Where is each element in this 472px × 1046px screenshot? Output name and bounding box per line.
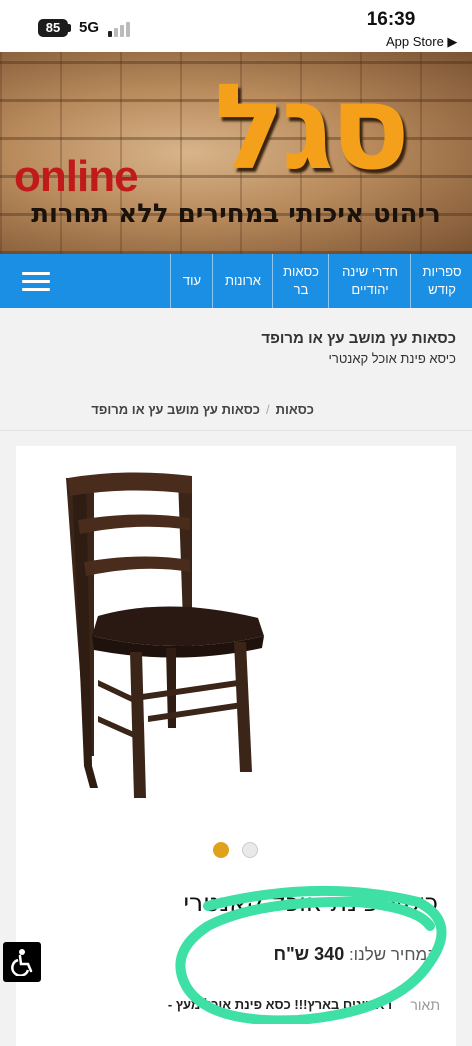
nav-item-label: חדרי שינה יהודיים bbox=[342, 264, 398, 297]
breadcrumb-current: כסאות עץ מושב עץ או מרופד bbox=[91, 402, 260, 417]
gallery-dot[interactable] bbox=[242, 842, 258, 858]
banner-slogan: ריהוט איכותי במחירים ללא תחרות bbox=[31, 199, 441, 229]
gallery-dot-active[interactable] bbox=[213, 842, 229, 858]
nav-item-label: כסאות בר bbox=[283, 264, 319, 297]
page-title: כסאות עץ מושב עץ או מרופד bbox=[261, 330, 456, 347]
product-image[interactable] bbox=[58, 466, 278, 806]
breadcrumb-separator: / bbox=[265, 402, 270, 417]
site-banner[interactable]: סגל online ריהוט איכותי במחירים ללא תחרו… bbox=[0, 52, 472, 254]
nav-item-jewish-bedrooms[interactable]: חדרי שינה יהודיים bbox=[328, 254, 411, 308]
breadcrumb-link-chairs[interactable]: כסאות bbox=[276, 402, 314, 417]
nav-item-label: ארונות bbox=[225, 273, 261, 288]
logo-online: online bbox=[14, 152, 139, 201]
highlight-annotation bbox=[175, 885, 447, 1024]
nav-item-closets[interactable]: ארונות bbox=[212, 254, 273, 308]
back-to-app-store-link[interactable]: App Store ▶ bbox=[386, 34, 457, 50]
battery-indicator: 85 bbox=[38, 19, 68, 37]
nav-item-holy-books[interactable]: ספריות קודש bbox=[410, 254, 472, 308]
main-nav: ספריות קודש חדרי שינה יהודיים כסאות בר א… bbox=[0, 254, 472, 308]
breadcrumb: כסאות / כסאות עץ מושב עץ או מרופד bbox=[91, 402, 314, 417]
nav-item-more[interactable]: עוד bbox=[170, 254, 213, 308]
signal-icon bbox=[108, 21, 134, 37]
nav-item-label: ספריות קודש bbox=[422, 264, 462, 297]
nav-item-label: עוד bbox=[182, 273, 202, 288]
accessibility-button[interactable] bbox=[3, 942, 41, 982]
wheelchair-icon bbox=[11, 949, 33, 976]
network-type: 5G bbox=[79, 19, 100, 36]
hamburger-icon[interactable] bbox=[22, 272, 50, 292]
battery-cap bbox=[68, 24, 71, 32]
page-subtitle: כיסא פינת אוכל קאנטרי bbox=[328, 351, 457, 366]
nav-item-bar-chairs[interactable]: כסאות בר bbox=[272, 254, 329, 308]
status-time: 16:39 bbox=[366, 9, 416, 30]
logo-hebrew: סגל bbox=[213, 58, 410, 196]
